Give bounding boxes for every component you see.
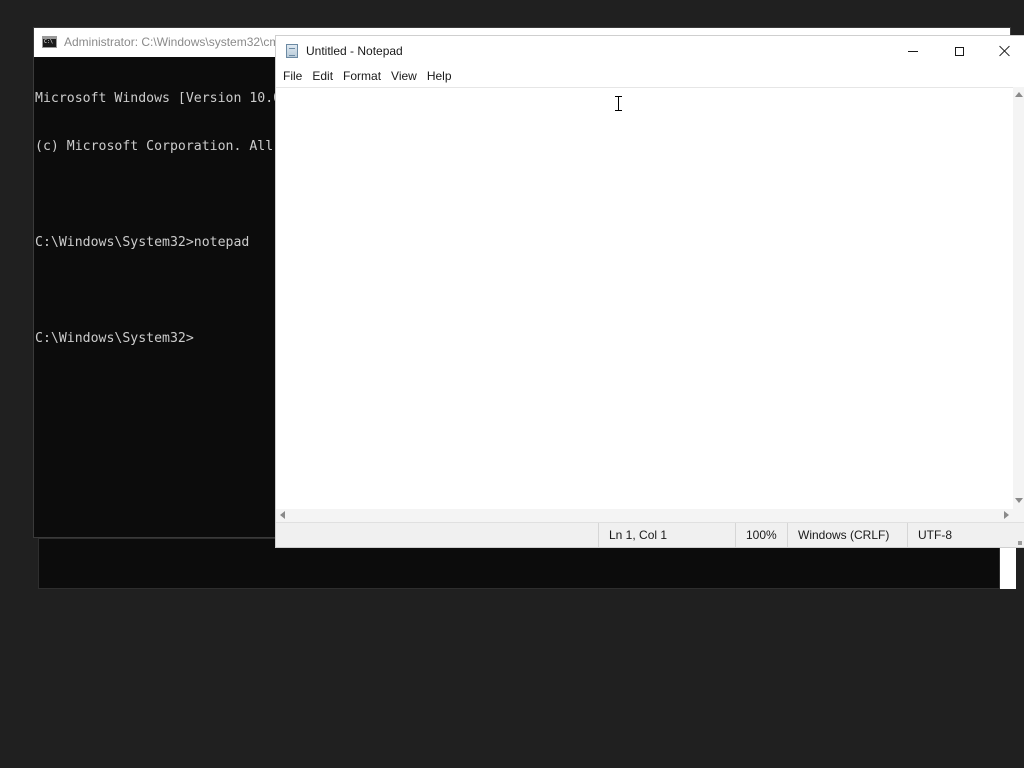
- menu-bar: File Edit Format View Help: [276, 66, 1024, 87]
- vertical-scrollbar[interactable]: [1013, 87, 1024, 509]
- text-cursor-icon: [615, 96, 623, 111]
- horizontal-scrollbar[interactable]: [276, 509, 1013, 522]
- notepad-window-title: Untitled - Notepad: [306, 44, 403, 58]
- scroll-left-arrow-icon[interactable]: [280, 511, 285, 519]
- maximize-icon: [954, 46, 964, 56]
- desktop: Administrator: C:\Windows\system32\cmd.e…: [0, 0, 1024, 768]
- text-editor-area[interactable]: [276, 87, 1013, 509]
- scrollbar-corner: [1013, 509, 1024, 522]
- command-prompt-icon: [42, 36, 57, 48]
- close-button[interactable]: [982, 36, 1024, 66]
- notepad-icon: [286, 44, 298, 58]
- status-encoding: UTF-8: [907, 523, 1024, 547]
- scroll-down-arrow-icon[interactable]: [1015, 498, 1023, 503]
- status-line-ending: Windows (CRLF): [787, 523, 907, 547]
- scroll-up-arrow-icon[interactable]: [1015, 92, 1023, 97]
- minimize-icon: [908, 50, 918, 52]
- menu-view[interactable]: View: [386, 66, 422, 87]
- notepad-window[interactable]: Untitled - Notepad File Edit Format View…: [276, 36, 1024, 547]
- menu-edit[interactable]: Edit: [307, 66, 338, 87]
- menu-help[interactable]: Help: [422, 66, 457, 87]
- notepad-titlebar[interactable]: Untitled - Notepad: [276, 36, 1024, 66]
- resize-grip-icon[interactable]: [1018, 541, 1022, 545]
- close-icon: [999, 45, 1011, 57]
- status-zoom: 100%: [735, 523, 787, 547]
- status-cursor-position: Ln 1, Col 1: [598, 523, 735, 547]
- minimize-button[interactable]: [890, 36, 936, 66]
- scroll-right-arrow-icon[interactable]: [1004, 511, 1009, 519]
- menu-format[interactable]: Format: [338, 66, 386, 87]
- status-bar: Ln 1, Col 1 100% Windows (CRLF) UTF-8: [276, 522, 1024, 547]
- cmd-window-title: Administrator: C:\Windows\system32\cmd.e…: [64, 35, 309, 49]
- menu-file[interactable]: File: [278, 66, 307, 87]
- maximize-button[interactable]: [936, 36, 982, 66]
